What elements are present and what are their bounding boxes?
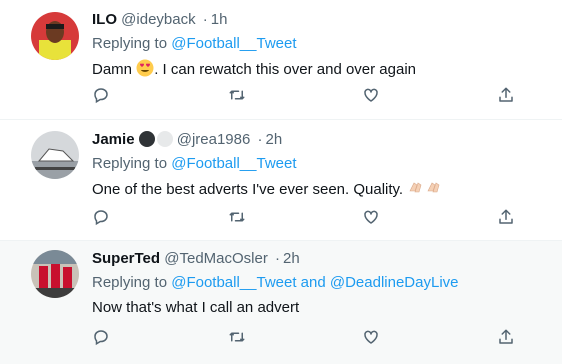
- replying-prefix: Replying to: [92, 274, 168, 291]
- share-button[interactable]: [497, 328, 517, 348]
- timestamp[interactable]: 2h: [283, 250, 300, 267]
- retweet-icon: [229, 90, 245, 100]
- reply-text-part: . I can rewatch this over and over again: [154, 61, 416, 78]
- share-button[interactable]: [497, 208, 517, 228]
- light-circle-icon: [156, 131, 173, 147]
- avatar[interactable]: [31, 131, 79, 179]
- reply-button[interactable]: [92, 328, 112, 348]
- reply-text: One of the best adverts I've ever seen. …: [92, 179, 550, 200]
- like-button[interactable]: [362, 86, 382, 106]
- user-handle[interactable]: @ideyback: [121, 11, 195, 28]
- reply-text: Damn . I can rewatch this over and over …: [92, 59, 550, 80]
- user-handle[interactable]: @jrea1986: [177, 131, 251, 148]
- replying-to: Replying to @Football__Tweet: [92, 154, 550, 174]
- avatar[interactable]: [31, 12, 79, 60]
- replying-prefix: Replying to: [92, 35, 168, 52]
- reply-button[interactable]: [92, 208, 112, 228]
- reply-icon: [94, 210, 108, 226]
- clapping-hands-emoji: [425, 179, 443, 197]
- like-button[interactable]: [362, 328, 382, 348]
- mention-link[interactable]: @Football__Tweet and @DeadlineDayLive: [171, 274, 458, 291]
- timestamp[interactable]: 1h: [211, 11, 228, 28]
- reply-header: Jamie @jrea1986 · 2h: [92, 130, 550, 150]
- retweet-icon: [229, 332, 245, 342]
- action-bar: [92, 208, 522, 228]
- reply-icon: [94, 88, 108, 104]
- reply-header: ILO @ideyback · 1h: [92, 10, 550, 30]
- clapping-hands-emoji: [407, 179, 425, 197]
- separator: ·: [202, 11, 208, 28]
- action-bar: [92, 86, 522, 106]
- reply-text-part: One of the best adverts I've ever seen. …: [92, 181, 404, 198]
- replying-to: Replying to @Football__Tweet and @Deadli…: [92, 273, 550, 293]
- reply-header: SuperTed @TedMacOsler · 2h: [92, 249, 550, 269]
- reply-icon: [94, 330, 108, 346]
- retweet-button[interactable]: [228, 208, 248, 228]
- display-name[interactable]: ILO: [92, 11, 117, 28]
- share-button[interactable]: [497, 86, 517, 106]
- separator: ·: [257, 131, 263, 148]
- replying-prefix: Replying to: [92, 155, 168, 172]
- like-icon: [364, 210, 378, 224]
- retweet-button[interactable]: [228, 328, 248, 348]
- mention-link[interactable]: @Football__Tweet: [171, 35, 296, 52]
- timestamp[interactable]: 2h: [266, 131, 283, 148]
- share-icon: [499, 209, 513, 224]
- display-name[interactable]: Jamie: [92, 131, 135, 148]
- separator: ·: [275, 250, 281, 267]
- reply-text: Now that's what I call an advert: [92, 299, 300, 316]
- dark-circle-icon: [138, 131, 155, 147]
- avatar[interactable]: [31, 250, 79, 298]
- replying-to: Replying to @Football__Tweet: [92, 34, 550, 54]
- display-name[interactable]: SuperTed: [92, 250, 160, 267]
- retweet-icon: [229, 212, 245, 222]
- reply-button[interactable]: [92, 86, 112, 106]
- share-icon: [499, 329, 513, 344]
- like-icon: [364, 88, 378, 102]
- user-handle[interactable]: @TedMacOsler: [164, 250, 268, 267]
- share-icon: [499, 87, 513, 102]
- heart-eyes-emoji: [136, 59, 154, 77]
- action-bar: [92, 328, 522, 348]
- like-icon: [364, 330, 378, 344]
- retweet-button[interactable]: [228, 86, 248, 106]
- mention-link[interactable]: @Football__Tweet: [171, 155, 296, 172]
- like-button[interactable]: [362, 208, 382, 228]
- reply-text-part: Damn: [92, 61, 137, 78]
